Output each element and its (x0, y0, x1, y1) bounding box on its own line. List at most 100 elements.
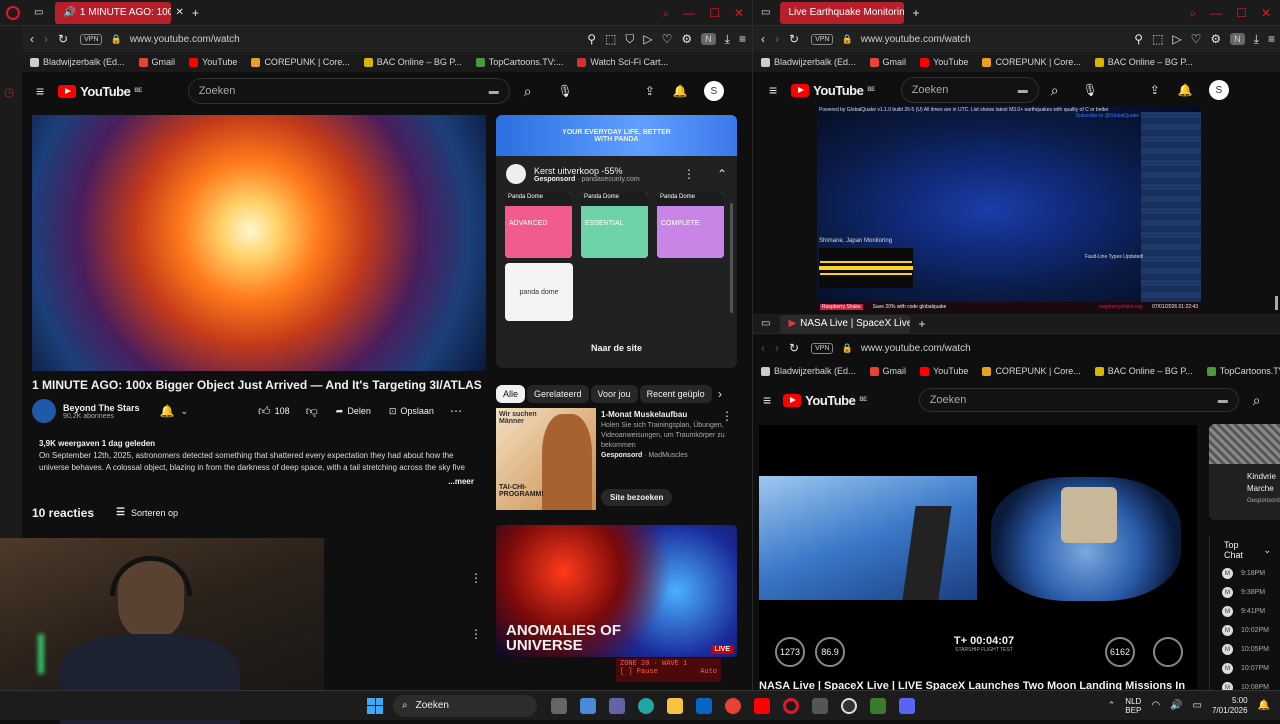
search-tabs-icon[interactable]: ⌕ (1189, 7, 1196, 19)
filter-chip[interactable]: Recent geüplo (639, 385, 712, 403)
more-options-icon[interactable]: ⋯ (450, 405, 462, 417)
keyboard-icon[interactable]: ▬ (1218, 395, 1228, 406)
outlook-icon[interactable] (696, 697, 712, 714)
teams-icon[interactable] (609, 697, 625, 714)
sponsored-ad-panel[interactable]: YOUR EVERYDAY LIFE, BETTER WITH PANDA Ke… (496, 115, 737, 368)
comment-more-icon[interactable]: ⋮ (470, 572, 482, 584)
keyboard-icon[interactable]: ▬ (489, 86, 499, 97)
bookmark-item[interactable]: BAC Online – BG P... (1094, 57, 1193, 67)
share-button[interactable]: ➦ Delen (336, 406, 371, 417)
comment-more-icon-2[interactable]: ⋮ (470, 628, 482, 640)
opera-logo-icon[interactable] (6, 5, 20, 20)
obs-icon[interactable] (841, 697, 857, 714)
ad-product-card[interactable]: Panda Dome ADVANCED (505, 192, 572, 258)
ad-product-card[interactable]: Panda Dome ESSENTIAL (581, 192, 648, 258)
bookmark-item[interactable]: Bladwijzerbalk (Ed... (30, 57, 125, 67)
tabs-icon[interactable]: ▭ (34, 7, 43, 18)
search-tabs-icon[interactable]: ⌕ (662, 7, 669, 19)
filter-chip[interactable]: Gerelateerd (527, 385, 589, 403)
download-icon[interactable]: ⤓ (725, 33, 730, 45)
top-chat-selector[interactable]: Top Chat ⌄ (1210, 536, 1280, 564)
bookmark-item[interactable]: TopCartoons.TV:... (1206, 366, 1280, 376)
back-icon[interactable]: ‹ (761, 33, 765, 45)
tab-close-icon[interactable]: ✕ (175, 7, 183, 18)
chrome-icon[interactable] (725, 697, 741, 714)
opera-icon[interactable] (783, 697, 799, 714)
youtube-logo[interactable]: YouTube BE (791, 83, 875, 98)
snapshot-icon[interactable]: ⬚ (605, 33, 616, 45)
ad-banner[interactable]: YOUR EVERYDAY LIFE, BETTER WITH PANDA (496, 115, 737, 156)
ad-cta-button[interactable]: Naar de site (496, 343, 737, 353)
avatar[interactable]: S (1208, 80, 1229, 100)
heart-icon[interactable]: ♡ (662, 33, 673, 45)
upload-icon[interactable]: ⇪ (645, 85, 655, 97)
profile-n-icon[interactable]: N (701, 33, 716, 45)
search-icon[interactable]: ⌕ (1051, 83, 1059, 97)
tabs-icon[interactable]: ▭ (761, 318, 770, 329)
collapse-icon[interactable]: ⌃ (717, 168, 727, 180)
bookmark-item[interactable]: COREPUNK | Core... (982, 366, 1081, 376)
download-icon[interactable]: ⤓ (1254, 33, 1259, 45)
vpn-badge[interactable]: VPN (811, 33, 834, 45)
close-window-icon[interactable]: ✕ (734, 7, 744, 19)
like-button[interactable]: 👍︎ 108 (258, 405, 290, 417)
windows-start-icon[interactable] (367, 697, 383, 714)
bell-subscribe-icon[interactable]: 🔔 (160, 405, 175, 417)
spacex-video-player[interactable]: 1273 86.9 T+ 00:04:07 STARSHIP FLIGHT TE… (759, 425, 1197, 689)
muscle-ad-image[interactable]: Wir suchen Männer TAI-CHI-PROGRAMM! (496, 408, 596, 510)
calculator-icon[interactable] (812, 697, 828, 714)
bookmark-item[interactable]: COREPUNK | Core... (251, 57, 350, 67)
extensions-icon[interactable]: ⚙ (681, 33, 692, 45)
bell-icon[interactable]: 🔔 (673, 85, 688, 97)
bell-icon[interactable]: 🔔 (1178, 84, 1193, 96)
rb-yt-search-input[interactable]: Zoeken ▬ (918, 388, 1239, 412)
sort-button[interactable]: Sorteren op (131, 508, 178, 518)
chevron-down-icon[interactable]: ⌄ (180, 406, 188, 416)
left-active-tab[interactable]: 🔊 1 MINUTE AGO: 100x Bi (55, 1, 172, 24)
bookmark-item[interactable]: Gmail (869, 366, 906, 376)
file-explorer-icon[interactable] (667, 697, 683, 714)
avatar[interactable]: S (703, 81, 724, 101)
hamburger-icon[interactable]: ≡ (763, 393, 771, 407)
chips-next-icon[interactable]: › (718, 388, 722, 400)
rb-active-tab[interactable]: ▶ NASA Live | SpaceX Live | (780, 314, 911, 333)
forward-icon[interactable]: › (775, 33, 779, 45)
keyboard-icon[interactable]: ▬ (1018, 85, 1028, 96)
extensions-icon[interactable]: ⚙ (1210, 33, 1221, 45)
snapshot-icon[interactable]: ⬚ (1152, 33, 1163, 45)
reload-icon[interactable]: ↻ (58, 33, 68, 45)
profile-n-icon[interactable]: N (1230, 33, 1245, 45)
discord-icon[interactable] (899, 697, 915, 714)
rt-active-tab[interactable]: Live Earthquake Monitorin (780, 1, 905, 24)
tray-chevron-icon[interactable]: ⌃ (1108, 701, 1116, 710)
forward-icon[interactable]: › (44, 33, 48, 45)
site-visit-button[interactable]: Site bezoeken (601, 489, 673, 506)
notification-bell-icon[interactable]: 🔔 (1258, 700, 1270, 711)
left-yt-search-input[interactable]: Zoeken ▬ (187, 78, 510, 104)
panda-dome-box[interactable]: panda dome (505, 263, 573, 321)
close-window-icon[interactable]: ✕ (1261, 7, 1271, 19)
bookmark-item[interactable]: TopCartoons.TV:... (475, 57, 563, 67)
bookmark-item[interactable]: COREPUNK | Core... (982, 57, 1081, 67)
rt-yt-search-input[interactable]: Zoeken ▬ (900, 77, 1039, 103)
save-button[interactable]: ⊡ Opslaan (389, 406, 434, 417)
bookmark-item[interactable]: BAC Online – BG P... (1094, 366, 1193, 376)
language-indicator[interactable]: NLD BEP (1125, 697, 1141, 715)
filter-chip[interactable]: Voor jou (590, 385, 638, 403)
game-icon[interactable] (870, 697, 886, 714)
edge-icon[interactable] (638, 697, 654, 714)
rb-side-ad-card[interactable]: Kindvrie Marche Gesponsord (1209, 424, 1280, 520)
clock[interactable]: 5:00 7/01/2026 (1212, 696, 1248, 716)
back-icon[interactable]: ‹ (761, 342, 765, 354)
reload-icon[interactable]: ↻ (789, 342, 799, 354)
upload-icon[interactable]: ⇪ (1150, 84, 1160, 96)
mic-icon[interactable]: 🎙 (1083, 84, 1098, 96)
new-tab-icon[interactable]: + (918, 318, 925, 330)
new-tab-icon[interactable]: + (192, 7, 199, 19)
forward-icon[interactable]: › (775, 342, 779, 354)
opera-history-icon[interactable]: ◷ (4, 86, 14, 98)
bookmark-item[interactable]: BAC Online – BG P... (363, 57, 462, 67)
back-icon[interactable]: ‹ (30, 33, 34, 45)
rt-scrollbar[interactable] (1275, 296, 1278, 310)
reload-icon[interactable]: ↻ (789, 33, 799, 45)
